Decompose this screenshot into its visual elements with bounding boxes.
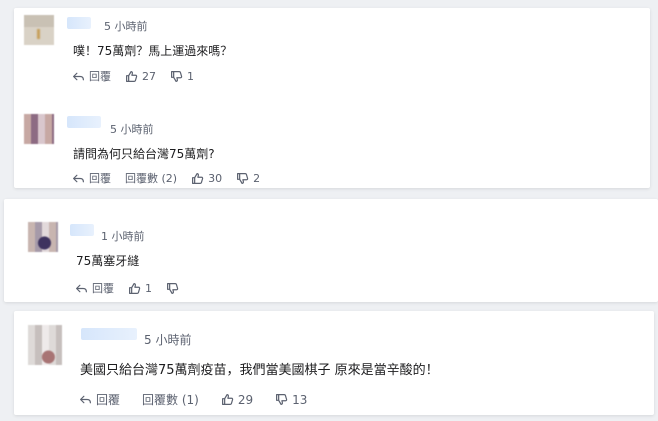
username-blurred[interactable] <box>67 116 101 128</box>
username-blurred[interactable] <box>67 17 91 29</box>
dislike-button[interactable]: 13 <box>275 393 307 407</box>
dislike-button[interactable] <box>166 282 183 295</box>
reply-label: 回覆 <box>92 282 114 295</box>
username-blurred[interactable] <box>81 328 137 340</box>
thumbs-up-icon <box>129 282 141 294</box>
dislike-button[interactable]: 1 <box>170 70 194 83</box>
thumbs-down-icon <box>167 282 179 294</box>
comment-card: 1 小時前 75萬塞牙縫 回覆 1 <box>4 199 658 302</box>
reply-button[interactable]: 回覆 <box>72 68 111 84</box>
view-replies-button[interactable]: 回覆數 (2) <box>125 170 177 186</box>
comment-actions: 回覆 回覆數 (1) 29 13 <box>79 391 321 408</box>
avatar[interactable] <box>28 325 62 365</box>
comment-text: 請問為何只給台灣75萬劑? <box>73 147 215 161</box>
comment-timestamp: 5 小時前 <box>110 123 154 136</box>
avatar[interactable] <box>24 15 54 45</box>
like-button[interactable]: 1 <box>128 282 152 295</box>
thumbs-down-icon <box>276 394 288 405</box>
like-button[interactable]: 30 <box>191 172 222 185</box>
comment-actions: 回覆 1 <box>75 280 197 296</box>
comment-text: 75萬塞牙縫 <box>76 254 140 268</box>
thumbs-up-icon <box>126 70 138 82</box>
comment-text: 噗！75萬劑？馬上運過來嗎？ <box>73 44 233 58</box>
reply-count-label: 回覆數 (1) <box>142 393 199 407</box>
view-replies-button[interactable]: 回覆數 (1) <box>142 391 199 408</box>
comment-timestamp: 5 小時前 <box>104 20 148 33</box>
like-button[interactable]: 29 <box>221 393 253 407</box>
comment-timestamp: 1 小時前 <box>101 230 145 243</box>
comment-card: 5 小時前 美國只給台灣75萬劑疫苗，我們當美國棋子 原來是當辛酸的！ 回覆 回… <box>14 311 654 415</box>
thumbs-down-icon <box>171 70 183 82</box>
reply-arrow-icon <box>76 284 87 292</box>
reply-arrow-icon <box>80 395 91 404</box>
reply-arrow-icon <box>73 174 84 182</box>
comment-text: 美國只給台灣75萬劑疫苗，我們當美國棋子 原來是當辛酸的！ <box>80 363 439 378</box>
reply-button[interactable]: 回覆 <box>72 170 111 186</box>
reply-button[interactable]: 回覆 <box>79 391 120 408</box>
like-count: 29 <box>237 392 254 407</box>
reply-label: 回覆 <box>89 70 111 83</box>
reply-count-label: 回覆數 (2) <box>125 172 178 185</box>
like-count: 1 <box>145 281 152 295</box>
comment-thread-card: 5 小時前 噗！75萬劑？馬上運過來嗎？ 回覆 27 1 5 小時前 請問為何只… <box>14 8 650 188</box>
thumbs-up-icon <box>192 172 204 184</box>
reply-label: 回覆 <box>89 172 111 185</box>
comment-timestamp: 5 小時前 <box>144 333 192 347</box>
reply-button[interactable]: 回覆 <box>75 280 114 296</box>
dislike-count: 1 <box>187 69 194 83</box>
avatar[interactable] <box>28 222 58 252</box>
avatar[interactable] <box>24 114 54 144</box>
thumbs-down-icon <box>237 172 249 184</box>
like-count: 27 <box>142 69 156 83</box>
comment-actions: 回覆 27 1 <box>72 68 208 84</box>
like-count: 30 <box>208 171 223 185</box>
dislike-count: 13 <box>292 392 308 407</box>
dislike-count: 2 <box>253 171 261 185</box>
comment-actions: 回覆 回覆數 (2) 30 2 <box>72 170 274 186</box>
thumbs-up-icon <box>221 394 234 405</box>
reply-label: 回覆 <box>96 393 121 407</box>
dislike-button[interactable]: 2 <box>236 172 260 185</box>
like-button[interactable]: 27 <box>125 70 156 83</box>
reply-arrow-icon <box>73 72 84 80</box>
username-blurred[interactable] <box>70 224 94 236</box>
